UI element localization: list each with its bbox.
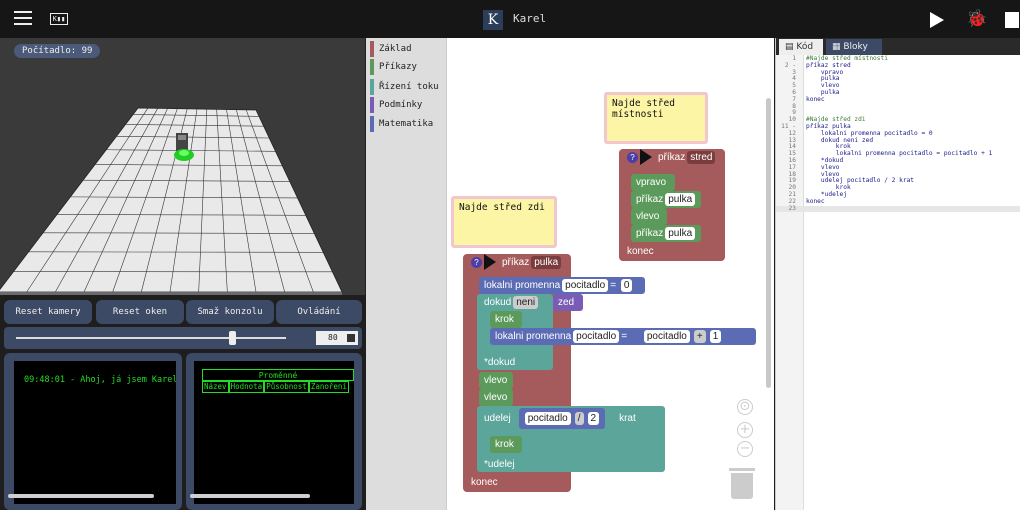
while-operator-dropdown[interactable]: neni bbox=[513, 295, 539, 309]
reset-windows-button[interactable]: Reset oken bbox=[96, 300, 184, 324]
block-local-var-init[interactable]: lokalni promenna pocitadlo = 0 bbox=[479, 277, 645, 294]
app-icon[interactable]: K▮▮ bbox=[50, 13, 68, 25]
variables-scrollbar[interactable] bbox=[190, 494, 310, 498]
block-krok-2[interactable]: krok bbox=[490, 436, 522, 453]
zoom-out-icon[interactable]: − bbox=[737, 441, 753, 457]
code-line[interactable]: 8 bbox=[776, 103, 1020, 111]
speed-input[interactable]: 80 bbox=[316, 331, 358, 345]
editor-tabs: ▤ Kód ▦ Bloky bbox=[776, 38, 1020, 55]
scene-3d[interactable]: Počítadlo: 99 bbox=[0, 38, 366, 295]
control-panel: Reset kamery Reset oken Smaž konzolu Ovl… bbox=[0, 295, 366, 510]
block-vlevo-1[interactable]: vlevo bbox=[479, 372, 513, 389]
workspace-scrollbar[interactable] bbox=[766, 98, 771, 388]
counter-badge: Počítadlo: 99 bbox=[14, 44, 101, 58]
reset-camera-button[interactable]: Reset kamery bbox=[4, 300, 92, 324]
category-commands[interactable]: Příkazy bbox=[370, 58, 417, 76]
category-basic[interactable]: Základ bbox=[370, 40, 412, 58]
procedure-name-field[interactable]: stred bbox=[687, 150, 716, 164]
tab-blocks[interactable]: ▦ Bloky bbox=[826, 39, 882, 55]
block-call-pulka-2[interactable]: příkaz pulka bbox=[631, 225, 701, 242]
procedure-end-label: konec bbox=[627, 246, 654, 257]
controls-button[interactable]: Ovládání bbox=[276, 300, 362, 324]
floor-grid bbox=[0, 107, 343, 295]
center-icon[interactable]: ⊙ bbox=[737, 399, 753, 415]
line-number: 23 bbox=[788, 204, 796, 212]
line-text: konec bbox=[806, 95, 825, 103]
run-icon[interactable] bbox=[930, 12, 944, 28]
code-line[interactable]: 22 konec bbox=[776, 197, 1020, 206]
block-vlevo-2[interactable]: vlevo bbox=[479, 389, 513, 406]
block-toolbox: Základ Příkazy Řízení toku Podmínky Mate… bbox=[366, 38, 447, 510]
tab-code[interactable]: ▤ Kód bbox=[779, 39, 823, 55]
category-flow-control[interactable]: Řízení toku bbox=[370, 78, 439, 96]
console-scrollbar[interactable] bbox=[8, 494, 154, 498]
code-editor-panel: ▤ Kód ▦ Bloky 1 #Najde střed místnosti 2 -… bbox=[775, 38, 1020, 510]
console-panel: 09:48:01 - Ahoj, já jsem Karel bbox=[4, 353, 182, 510]
procedure-end-label: konec bbox=[471, 477, 498, 488]
repeat-end-label: *udelej bbox=[484, 459, 515, 470]
console-line: 09:48:01 - Ahoj, já jsem Karel bbox=[24, 375, 176, 385]
comment-note-1[interactable]: Najde střed místnosti bbox=[604, 92, 708, 144]
code-text[interactable]: 1 #Najde střed místnosti 2 - příkaz stred 3 … bbox=[776, 55, 1020, 213]
category-conditions[interactable]: Podmínky bbox=[370, 96, 422, 114]
app-title: Karel bbox=[513, 12, 547, 25]
run-procedure-icon[interactable] bbox=[640, 149, 652, 166]
trash-icon[interactable] bbox=[729, 468, 755, 499]
console-output: 09:48:01 - Ahoj, já jsem Karel bbox=[14, 361, 176, 504]
col-depth: Zanoření bbox=[308, 381, 349, 393]
block-vlevo[interactable]: vlevo bbox=[631, 208, 667, 225]
debug-icon[interactable]: 🐞 bbox=[966, 9, 987, 29]
variables-columns: Název Hodnota Působnost Zanoření bbox=[202, 381, 354, 393]
run-procedure-icon[interactable] bbox=[484, 254, 496, 271]
code-line[interactable]: 7 konec bbox=[776, 95, 1020, 104]
zoom-in-icon[interactable]: + bbox=[737, 422, 753, 438]
blocks-workspace[interactable]: Najde střed místnosti Najde střed zdi ? p… bbox=[447, 38, 774, 510]
help-icon[interactable]: ? bbox=[627, 151, 638, 163]
variables-title: Proměnné bbox=[202, 369, 354, 381]
procedure-name-field[interactable]: pulka bbox=[531, 255, 562, 269]
karel-logo: K bbox=[483, 10, 503, 30]
menu-icon[interactable] bbox=[14, 11, 32, 25]
block-local-var-increment[interactable]: lokalni promenna pocitadlo = pocitadlo +1 bbox=[490, 328, 756, 345]
top-bar: K▮▮ K Karel 🐞 bbox=[0, 0, 1020, 38]
block-vpravo[interactable]: vpravo bbox=[631, 174, 675, 191]
spinner-icon[interactable] bbox=[347, 334, 355, 342]
speed-slider-row: 80 bbox=[4, 327, 362, 349]
block-call-pulka-1[interactable]: příkaz pulka bbox=[631, 191, 701, 208]
clear-console-button[interactable]: Smaž konzolu bbox=[186, 300, 274, 324]
col-scope: Působnost bbox=[264, 381, 309, 393]
speed-slider-track[interactable] bbox=[16, 337, 286, 339]
col-value: Hodnota bbox=[228, 381, 265, 393]
variables-panel: Proměnné Název Hodnota Působnost Zanořen… bbox=[186, 353, 362, 510]
while-end-label: *dokud bbox=[484, 357, 516, 368]
stop-icon[interactable] bbox=[1005, 12, 1019, 28]
comment-note-2[interactable]: Najde střed zdi bbox=[451, 196, 557, 248]
code-line[interactable]: 23 bbox=[776, 204, 1020, 213]
block-krok-1[interactable]: krok bbox=[490, 311, 522, 328]
category-math[interactable]: Matematika bbox=[370, 115, 433, 133]
col-name: Název bbox=[202, 381, 229, 393]
line-text: konec bbox=[806, 197, 825, 205]
help-icon[interactable]: ? bbox=[471, 256, 482, 268]
condition-zed[interactable]: zed bbox=[553, 294, 583, 311]
speed-slider-knob[interactable] bbox=[229, 331, 236, 345]
